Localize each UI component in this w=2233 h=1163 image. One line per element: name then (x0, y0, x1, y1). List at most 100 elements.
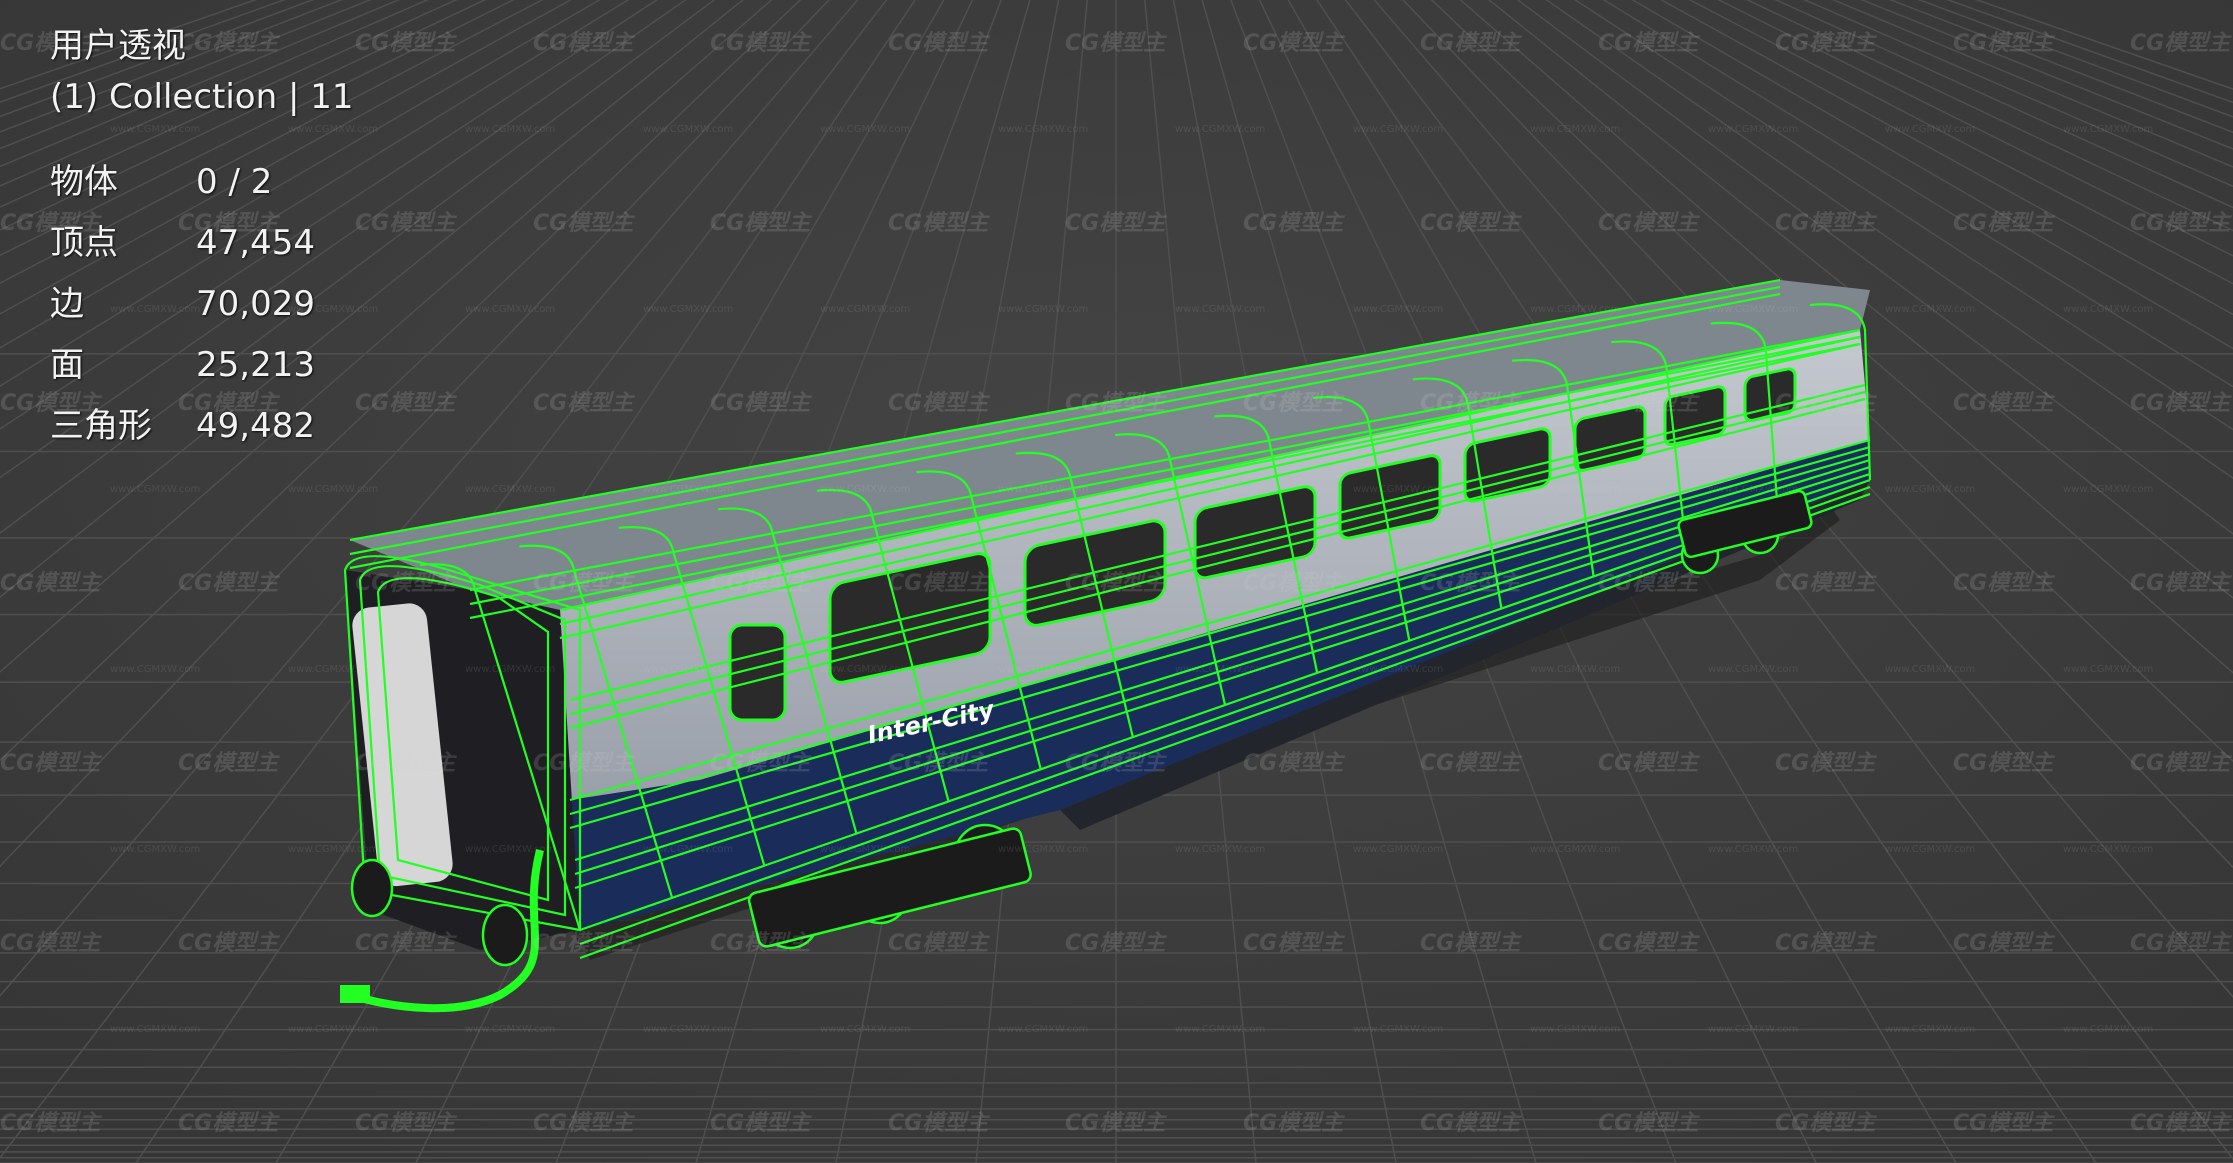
watermark-text: CG模型主 (1420, 571, 1522, 596)
watermark-subtext: www.CGMXW.com (820, 124, 910, 135)
watermark-text: CG模型主 (1953, 31, 2055, 56)
collection-label: (1) Collection | 11 (50, 76, 354, 117)
watermark-text: CG模型主 (888, 571, 990, 596)
watermark-text: CG模型主 (1775, 1111, 1877, 1136)
watermark-subtext: www.CGMXW.com (1175, 664, 1265, 675)
watermark-text: CG模型主 (1775, 931, 1877, 956)
watermark-subtext: www.CGMXW.com (1708, 664, 1798, 675)
view-name: 用户透视 (50, 26, 186, 66)
watermark-text: CG模型主 (1953, 931, 2055, 956)
watermark-subtext: www.CGMXW.com (820, 304, 910, 315)
watermark-text: CG模型主 (710, 1111, 812, 1136)
watermark-subtext: www.CGMXW.com (998, 124, 1088, 135)
watermark-subtext: www.CGMXW.com (110, 664, 200, 675)
watermark-subtext: www.CGMXW.com (1530, 124, 1620, 135)
watermark-text: CG模型主 (355, 571, 457, 596)
watermark-text: CG模型主 (1243, 1111, 1345, 1136)
hose-connector (340, 985, 370, 1003)
watermark-text: CG模型主 (0, 751, 102, 776)
watermark-text: CG模型主 (1598, 391, 1700, 416)
stat-label: 面 (50, 344, 84, 385)
watermark-text: CG模型主 (1065, 31, 1167, 56)
watermark-text: CG模型主 (888, 31, 990, 56)
watermark-text: CG模型主 (1420, 211, 1522, 236)
watermark-text: CG模型主 (1775, 391, 1877, 416)
watermark-text: CG模型主 (533, 931, 635, 956)
watermark-subtext: www.CGMXW.com (1885, 304, 1975, 315)
watermark-subtext: www.CGMXW.com (2063, 124, 2153, 135)
watermark-subtext: www.CGMXW.com (1353, 484, 1443, 495)
watermark-text: CG模型主 (1598, 931, 1700, 956)
watermark-text: CG模型主 (533, 571, 635, 596)
watermark-subtext: www.CGMXW.com (1353, 124, 1443, 135)
watermark-text: CG模型主 (355, 751, 457, 776)
stat-row-vertices: 顶点 47,454 (50, 223, 353, 284)
watermark-text: CG模型主 (533, 31, 635, 56)
watermark-subtext: www.CGMXW.com (820, 664, 910, 675)
watermark-text: CG模型主 (1420, 931, 1522, 956)
watermark-text: CG模型主 (888, 1111, 990, 1136)
watermark-subtext: www.CGMXW.com (1353, 664, 1443, 675)
watermark-text: CG模型主 (533, 211, 635, 236)
watermark-text: CG模型主 (1598, 571, 1700, 596)
watermark-text: CG模型主 (1065, 931, 1167, 956)
watermark-subtext: www.CGMXW.com (1175, 1024, 1265, 1035)
watermark-subtext: www.CGMXW.com (1708, 484, 1798, 495)
watermark-text: CG模型主 (1598, 31, 1700, 56)
watermark-subtext: www.CGMXW.com (1885, 664, 1975, 675)
watermark-subtext: www.CGMXW.com (643, 1024, 733, 1035)
watermark-subtext: www.CGMXW.com (998, 484, 1088, 495)
watermark-text: CG模型主 (888, 391, 990, 416)
watermark-subtext: www.CGMXW.com (1530, 844, 1620, 855)
watermark-subtext: www.CGMXW.com (1885, 1024, 1975, 1035)
watermark-subtext: www.CGMXW.com (1530, 484, 1620, 495)
watermark-text: CG模型主 (1420, 391, 1522, 416)
watermark-subtext: www.CGMXW.com (465, 304, 555, 315)
watermark-text: CG模型主 (2130, 571, 2232, 596)
watermark-text: CG模型主 (1775, 31, 1877, 56)
watermark-text: CG模型主 (355, 211, 457, 236)
watermark-subtext: www.CGMXW.com (1175, 484, 1265, 495)
stat-row-edges: 边 70,029 (50, 284, 353, 345)
watermark-text: CG模型主 (1598, 211, 1700, 236)
watermark-text: CG模型主 (1243, 931, 1345, 956)
watermark-text: CG模型主 (1420, 751, 1522, 776)
watermark-text: CG模型主 (533, 391, 635, 416)
watermark-subtext: www.CGMXW.com (288, 484, 378, 495)
watermark-subtext: www.CGMXW.com (1353, 1024, 1443, 1035)
watermark-subtext: www.CGMXW.com (2063, 844, 2153, 855)
watermark-text: CG模型主 (710, 31, 812, 56)
watermark-text: CG模型主 (888, 931, 990, 956)
watermark-subtext: www.CGMXW.com (1175, 304, 1265, 315)
watermark-text: CG模型主 (710, 571, 812, 596)
watermark-text: CG模型主 (888, 751, 990, 776)
watermark-text: CG模型主 (1953, 751, 2055, 776)
watermark-subtext: www.CGMXW.com (998, 304, 1088, 315)
watermark-subtext: www.CGMXW.com (465, 124, 555, 135)
watermark-text: CG模型主 (0, 931, 102, 956)
watermark-subtext: www.CGMXW.com (820, 844, 910, 855)
stat-row-triangles: 三角形 49,482 (50, 406, 353, 467)
watermark-subtext: www.CGMXW.com (288, 664, 378, 675)
watermark-subtext: www.CGMXW.com (1708, 844, 1798, 855)
watermark-text: CG模型主 (710, 391, 812, 416)
watermark-subtext: www.CGMXW.com (998, 1024, 1088, 1035)
watermark-subtext: www.CGMXW.com (1530, 1024, 1620, 1035)
watermark-text: CG模型主 (1775, 571, 1877, 596)
watermark-subtext: www.CGMXW.com (1885, 844, 1975, 855)
watermark-text: CG模型主 (1243, 391, 1345, 416)
watermark-text: CG模型主 (355, 1111, 457, 1136)
watermark-subtext: www.CGMXW.com (288, 1024, 378, 1035)
watermark-subtext: www.CGMXW.com (643, 844, 733, 855)
stats-list: 物体 0 / 2 顶点 47,454 边 70,029 面 25,213 三角形… (50, 162, 353, 467)
watermark-text: CG模型主 (0, 571, 102, 596)
watermark-subtext: www.CGMXW.com (998, 844, 1088, 855)
watermark-text: CG模型主 (1598, 751, 1700, 776)
watermark-text: CG模型主 (2130, 391, 2232, 416)
stat-label: 三角形 (50, 405, 152, 446)
watermark-text: CG模型主 (1420, 31, 1522, 56)
stat-row-objects: 物体 0 / 2 (50, 162, 353, 223)
watermark-text: CG模型主 (533, 1111, 635, 1136)
watermark-subtext: www.CGMXW.com (1530, 304, 1620, 315)
watermark-subtext: www.CGMXW.com (110, 1024, 200, 1035)
